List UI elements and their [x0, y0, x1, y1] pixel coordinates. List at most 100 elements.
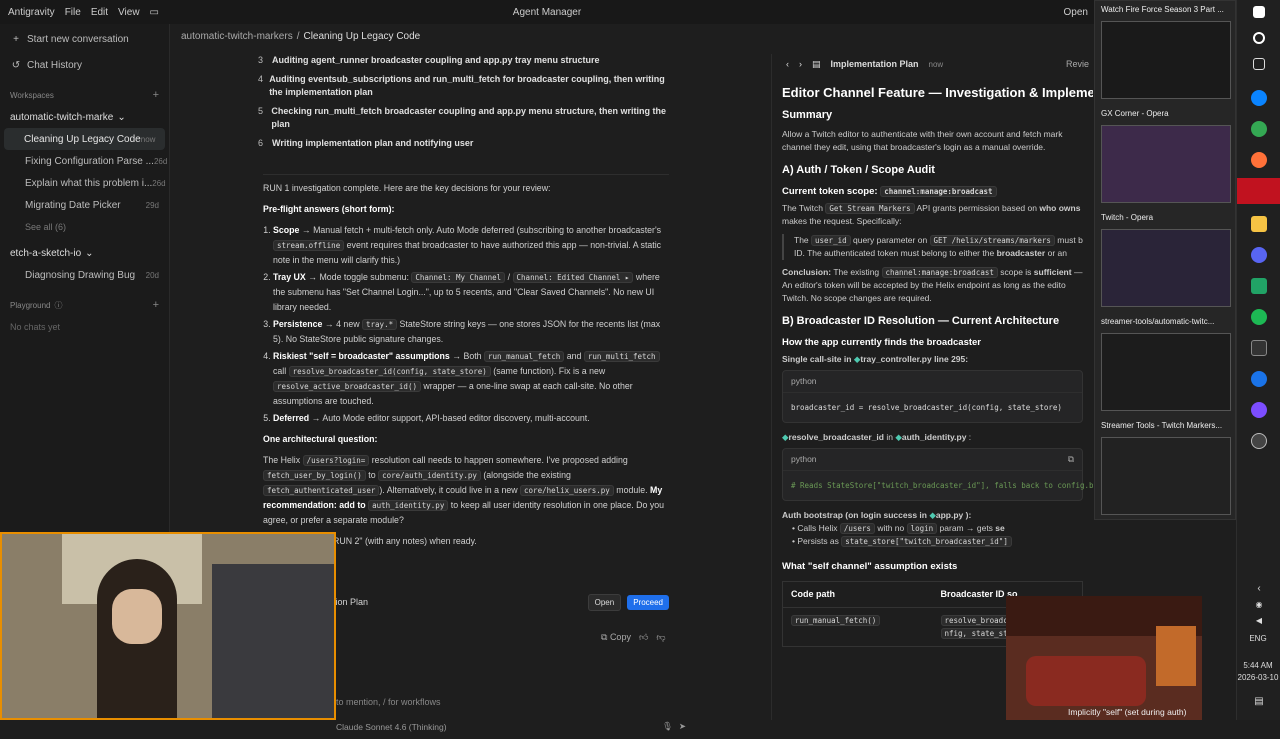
arch-paragraph: The Helix /users?login= resolution call …: [263, 455, 664, 525]
review-button[interactable]: Revie: [1066, 59, 1089, 69]
see-all-link[interactable]: See all (6): [0, 216, 169, 238]
input-placeholder[interactable]: to mention, / for workflows: [336, 697, 686, 707]
network-icon[interactable]: ◉: [1251, 600, 1267, 616]
conversation-item[interactable]: Migrating Date Picker 29d: [0, 194, 169, 216]
chrome-icon[interactable]: [1251, 121, 1267, 137]
breadcrumb-current: Cleaning Up Legacy Code: [303, 30, 421, 42]
title-bar: Antigravity File Edit View ▭ Agent Manag…: [0, 0, 1094, 24]
sheets-icon[interactable]: [1251, 278, 1267, 294]
step-item[interactable]: 3 Auditing agent_runner broadcaster coupl…: [258, 54, 670, 67]
workspace-automatic-twitch-markers[interactable]: automatic-twitch-marke ⌄: [0, 106, 169, 128]
maps-icon[interactable]: [1251, 371, 1267, 387]
breadcrumb-project[interactable]: automatic-twitch-markers: [181, 31, 293, 42]
step-item[interactable]: 4 Auditing eventsub_subscriptions and run…: [258, 73, 670, 99]
menu-file[interactable]: File: [65, 7, 81, 18]
menu-view[interactable]: View: [118, 7, 140, 18]
message-intro: RUN 1 investigation complete. Here are t…: [263, 183, 551, 193]
toggle-sidebar-icon[interactable]: ▭: [150, 7, 159, 18]
open-button[interactable]: Open: [1064, 7, 1088, 18]
code-block: python broadcaster_id = resolve_broadcas…: [782, 370, 1083, 423]
obs-icon[interactable]: [1251, 433, 1267, 449]
microphone-icon[interactable]: 🎙︎: [662, 721, 673, 732]
arch-heading: One architectural question:: [263, 434, 378, 444]
copy-code-icon[interactable]: ⧉: [1068, 453, 1074, 466]
model-selector[interactable]: Claude Sonnet 4.6 (Thinking): [336, 722, 447, 732]
window-preview[interactable]: streamer-tools/automatic-twitc...: [1095, 313, 1235, 417]
new-conversation-button[interactable]: + Start new conversation: [0, 28, 169, 50]
opera-gx-icon[interactable]: [1237, 178, 1280, 204]
discord-icon[interactable]: [1251, 247, 1267, 263]
proceed-button[interactable]: Proceed: [627, 594, 669, 610]
chevron-left-icon[interactable]: ‹: [1251, 583, 1267, 599]
window-preview[interactable]: Twitch - Opera: [1095, 209, 1235, 313]
thumbs-up-icon[interactable]: 👍︎: [639, 632, 648, 643]
obsidian-icon[interactable]: [1251, 402, 1267, 418]
copy-button[interactable]: ⧉ Copy: [601, 632, 631, 643]
notifications-icon[interactable]: ▤: [1251, 696, 1267, 712]
back-icon[interactable]: ‹: [786, 59, 789, 69]
step-list: 3 Auditing agent_runner broadcaster coupl…: [258, 54, 670, 156]
workspaces-header: Workspaces +: [10, 89, 159, 101]
taskbar: ‹ ◉ ◀ ▤: [1236, 0, 1280, 720]
list-item: Persistence → 4 new tray.* StateStore st…: [273, 317, 669, 347]
window-preview[interactable]: GX Corner - Opera: [1095, 105, 1235, 209]
conversation-item[interactable]: Explain what this problem i... 26d: [0, 172, 169, 194]
summary-heading: Summary: [782, 109, 833, 121]
chevron-down-icon: ⌄: [117, 111, 126, 123]
blockquote: The user_id query parameter on GET /heli…: [782, 234, 1083, 260]
search-icon[interactable]: [1253, 32, 1265, 44]
conversation-item[interactable]: Fixing Configuration Parse ... 26d: [0, 150, 169, 172]
preflight-heading: Pre-flight answers (short form):: [263, 204, 395, 214]
plan-title: Editor Channel Feature — Investigation &…: [782, 85, 1093, 100]
plan-content: Editor Channel Feature — Investigation &…: [772, 74, 1093, 659]
history-icon: ↺: [11, 59, 21, 71]
add-workspace-icon[interactable]: +: [153, 89, 159, 101]
taskbar-preview-popup: Watch Fire Force Season 3 Part ... GX Co…: [1094, 0, 1236, 520]
plan-tab-bar: ‹ › ▤ Implementation Plan now Revie: [786, 58, 1089, 70]
no-chats-text: No chats yet: [10, 322, 61, 332]
info-icon: ⓘ: [54, 300, 63, 310]
list-item: Deferred → Auto Mode editor support, API…: [273, 411, 669, 426]
window-preview[interactable]: Streamer Tools - Twitch Markers...: [1095, 417, 1235, 521]
list-item: Scope → Manual fetch + multi-fetch only.…: [273, 223, 669, 268]
task-view-icon[interactable]: [1253, 58, 1265, 70]
file-explorer-icon[interactable]: [1251, 216, 1267, 232]
chat-input[interactable]: to mention, / for workflows Claude Sonne…: [336, 689, 686, 739]
firefox-icon[interactable]: [1251, 152, 1267, 168]
app-name: Antigravity: [8, 6, 55, 18]
window-preview[interactable]: Watch Fire Force Season 3 Part ...: [1095, 1, 1235, 105]
list-item: Riskiest "self = broadcaster" assumption…: [273, 349, 669, 409]
message-actions: ⧉ Copy 👍︎ 👎︎: [601, 632, 666, 643]
spotify-icon[interactable]: [1251, 309, 1267, 325]
step-item[interactable]: 5 Checking run_multi_fetch broadcaster co…: [258, 105, 670, 131]
list-item: Tray UX → Mode toggle submenu: Channel: …: [273, 270, 669, 315]
thumbs-down-icon[interactable]: 👎︎: [656, 632, 665, 643]
chevron-down-icon: ⌄: [85, 247, 94, 259]
conversation-item[interactable]: Diagnosing Drawing Bug 20d: [0, 264, 169, 286]
code-block: python ⧉ # Reads StateStore["twitch_broad…: [782, 448, 1093, 501]
antigravity-icon[interactable]: [1251, 340, 1267, 356]
start-icon[interactable]: [1253, 6, 1265, 18]
system-clock[interactable]: 5:44 AM 2026-03-10: [1236, 660, 1280, 684]
add-playground-icon[interactable]: +: [153, 299, 159, 311]
window-title: Agent Manager: [512, 6, 582, 18]
copilot-icon[interactable]: [1251, 90, 1267, 106]
table-caption: Implicitly "self" (set during auth): [1068, 707, 1187, 717]
chat-history-button[interactable]: ↺ Chat History: [0, 54, 169, 76]
playground-header: Playground ⓘ +: [10, 299, 159, 311]
cozy-scene-overlay: [1006, 596, 1202, 720]
send-icon[interactable]: ➤: [679, 721, 686, 732]
breadcrumb: automatic-twitch-markers / Cleaning Up L…: [181, 30, 421, 42]
language-indicator[interactable]: ENG: [1236, 634, 1280, 643]
section-b-heading: B) Broadcaster ID Resolution — Current A…: [782, 315, 1060, 327]
step-item[interactable]: 6 Writing implementation plan and notifyi…: [258, 137, 670, 150]
menu-edit[interactable]: Edit: [91, 7, 108, 18]
section-a-heading: A) Auth / Token / Scope Audit: [782, 164, 935, 176]
workspace-etch-a-sketch[interactable]: etch-a-sketch-io ⌄: [0, 242, 169, 264]
copy-icon: ⧉: [601, 632, 610, 642]
conversation-item[interactable]: Cleaning Up Legacy Code now: [4, 128, 165, 150]
forward-icon[interactable]: ›: [799, 59, 802, 69]
volume-icon[interactable]: ◀: [1251, 616, 1267, 632]
document-icon: ▤: [812, 58, 821, 69]
open-button[interactable]: Open: [587, 593, 622, 611]
